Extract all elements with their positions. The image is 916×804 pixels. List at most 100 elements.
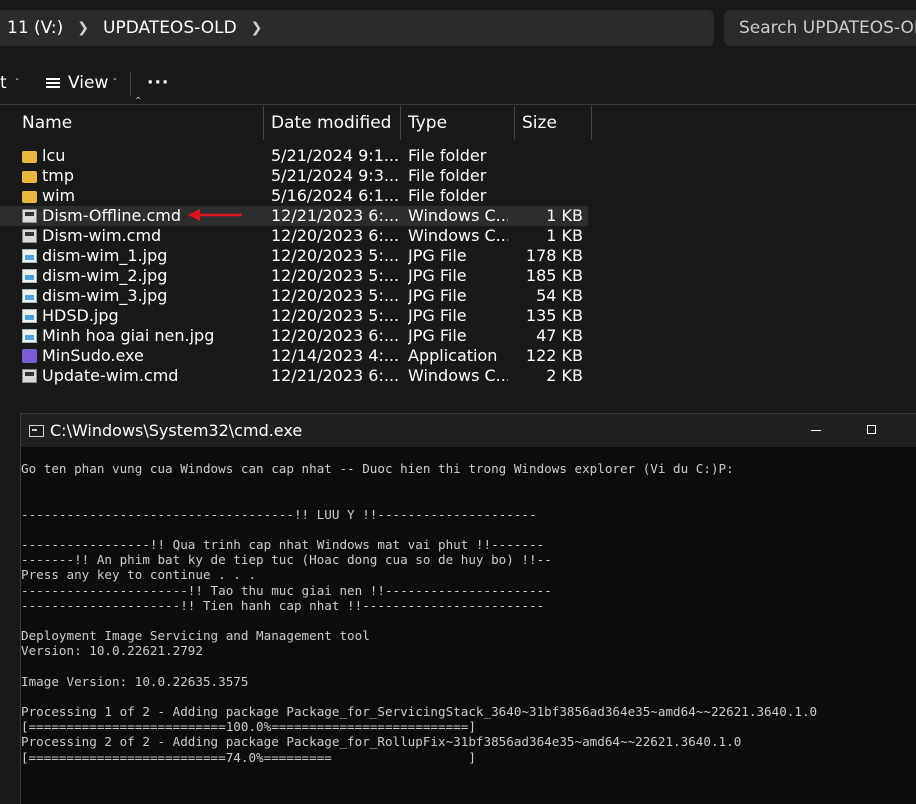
file-row[interactable]: MinSudo.exe 12/14/2023 4:... Application 12… (0, 346, 916, 366)
file-row[interactable]: HDSD.jpg 12/20/2023 5:... JPG File 135 KB (0, 306, 916, 326)
address-bar[interactable]: 11 (V:) ❯ UPDATEOS-OLD ❯ (0, 10, 714, 46)
file-list: lcu 5/21/2024 9:1... File folder tmp 5/21/20… (0, 146, 916, 386)
file-row[interactable]: Update-wim.cmd 12/21/2023 6:... Windows C.… (0, 366, 916, 386)
cmd-window[interactable]: C:\Windows\System32\cmd.exe Go ten phan … (20, 413, 916, 804)
cmd-title-bar[interactable]: C:\Windows\System32\cmd.exe (21, 414, 916, 447)
column-header-name[interactable]: Name (16, 106, 262, 140)
file-type: JPG File (408, 306, 467, 325)
file-date: 12/20/2023 5:... (271, 246, 398, 265)
file-date: 12/20/2023 6:... (271, 326, 398, 345)
exe-file-icon (22, 349, 37, 363)
cmd-file-icon (22, 229, 37, 243)
file-size: 185 KB (525, 266, 583, 285)
cmd-file-icon (22, 209, 37, 223)
breadcrumb-folder[interactable]: UPDATEOS-OLD (95, 18, 245, 38)
console-line: [==========================74.0%========… (21, 749, 476, 765)
file-row[interactable]: wim 5/16/2024 6:1... File folder (0, 186, 916, 206)
folder-icon (22, 171, 37, 183)
file-type: File folder (408, 166, 487, 185)
folder-icon (22, 151, 37, 163)
maximize-icon[interactable] (867, 425, 876, 434)
sort-button[interactable]: t ˇ (0, 66, 20, 100)
cmd-file-icon (22, 369, 37, 383)
file-size: 135 KB (525, 306, 583, 325)
file-row[interactable]: dism-wim_3.jpg 12/20/2023 5:... JPG File 54… (0, 286, 916, 306)
image-file-icon (22, 249, 37, 263)
image-file-icon (22, 269, 37, 283)
chevron-right-icon[interactable]: ❯ (71, 20, 95, 36)
column-divider[interactable] (263, 106, 264, 140)
view-button[interactable]: View ˇ (46, 66, 117, 100)
file-date: 12/20/2023 6:... (271, 226, 398, 245)
file-date: 12/20/2023 5:... (271, 286, 398, 305)
console-line: Deployment Image Servicing and Managemen… (21, 628, 370, 644)
folder-icon (22, 191, 37, 203)
console-icon (29, 424, 44, 437)
search-input[interactable]: Search UPDATEOS-OLD (724, 10, 916, 46)
file-date: 5/21/2024 9:3... (271, 166, 398, 185)
console-line: Press any key to continue . . . (21, 567, 257, 583)
column-divider[interactable] (514, 106, 515, 140)
console-line: Image Version: 10.0.22635.3575 (21, 673, 249, 689)
file-date: 5/21/2024 9:1... (271, 146, 398, 165)
file-size: 2 KB (546, 366, 583, 385)
column-header-size[interactable]: Size (516, 106, 591, 140)
console-line: -----------------!! Qua trinh cap nhat W… (21, 536, 545, 552)
console-output[interactable]: Go ten phan vung cua Windows can cap nha… (21, 461, 916, 765)
file-type: JPG File (408, 286, 467, 305)
file-row[interactable]: tmp 5/21/2024 9:3... File folder (0, 166, 916, 186)
more-options-button[interactable]: ··· (147, 66, 169, 100)
minimize-icon[interactable] (811, 430, 821, 431)
file-size: 1 KB (546, 206, 583, 225)
file-size: 47 KB (536, 326, 583, 345)
chevron-down-icon: ˇ (112, 77, 118, 89)
column-divider[interactable] (591, 106, 592, 140)
chevron-down-icon: ˇ (14, 77, 20, 89)
file-date: 12/14/2023 4:... (271, 346, 398, 365)
file-date: 12/20/2023 5:... (271, 266, 398, 285)
console-line: Processing 1 of 2 - Adding package Packa… (21, 704, 818, 719)
file-row[interactable]: Dism-Offline.cmd 12/21/2023 6:... Windows … (0, 206, 588, 226)
console-line: [==========================100.0%=======… (21, 719, 476, 735)
image-file-icon (22, 329, 37, 343)
file-name: HDSD.jpg (42, 306, 119, 325)
file-name: Update-wim.cmd (42, 366, 179, 385)
list-view-icon (46, 78, 60, 88)
file-name: dism-wim_2.jpg (42, 266, 168, 285)
file-row[interactable]: dism-wim_2.jpg 12/20/2023 5:... JPG File 18… (0, 266, 916, 286)
file-type: Application (408, 346, 498, 365)
file-name: dism-wim_1.jpg (42, 246, 168, 265)
file-type: Windows C... (408, 366, 508, 385)
console-line: ----------------------!! Tao thu muc gia… (21, 582, 552, 598)
console-line: ------------------------------------!! L… (21, 506, 537, 522)
file-row[interactable]: lcu 5/21/2024 9:1... File folder (0, 146, 916, 166)
file-date: 12/20/2023 5:... (271, 306, 398, 325)
column-header-type[interactable]: Type (402, 106, 514, 140)
console-line: Go ten phan vung cua Windows can cap nha… (21, 461, 734, 476)
file-type: Windows C... (408, 226, 508, 245)
file-date: 5/16/2024 6:1... (271, 186, 398, 205)
file-row[interactable]: Minh hoa giai nen.jpg 12/20/2023 6:... JPG… (0, 326, 916, 346)
file-type: Windows C... (408, 206, 508, 225)
column-header-date[interactable]: Date modified (265, 106, 400, 140)
file-type: File folder (408, 146, 487, 165)
file-row[interactable]: dism-wim_1.jpg 12/20/2023 5:... JPG File 17… (0, 246, 916, 266)
console-line: Processing 2 of 2 - Adding package Packa… (21, 734, 742, 750)
breadcrumb-drive[interactable]: 11 (V:) (0, 18, 71, 38)
file-size: 54 KB (536, 286, 583, 305)
sort-label: t (0, 73, 7, 93)
view-label: View (68, 73, 109, 93)
file-row[interactable]: Dism-wim.cmd 12/20/2023 6:... Windows C...… (0, 226, 916, 246)
console-line: ---------------------!! Tien hanh cap nh… (21, 597, 545, 613)
console-line: -------!! An phim bat ky de tiep tuc (Ho… (21, 552, 552, 568)
image-file-icon (22, 309, 37, 323)
column-divider[interactable] (400, 106, 401, 140)
file-date: 12/21/2023 6:... (271, 366, 398, 385)
chevron-right-icon[interactable]: ❯ (245, 20, 269, 36)
file-type: JPG File (408, 266, 467, 285)
